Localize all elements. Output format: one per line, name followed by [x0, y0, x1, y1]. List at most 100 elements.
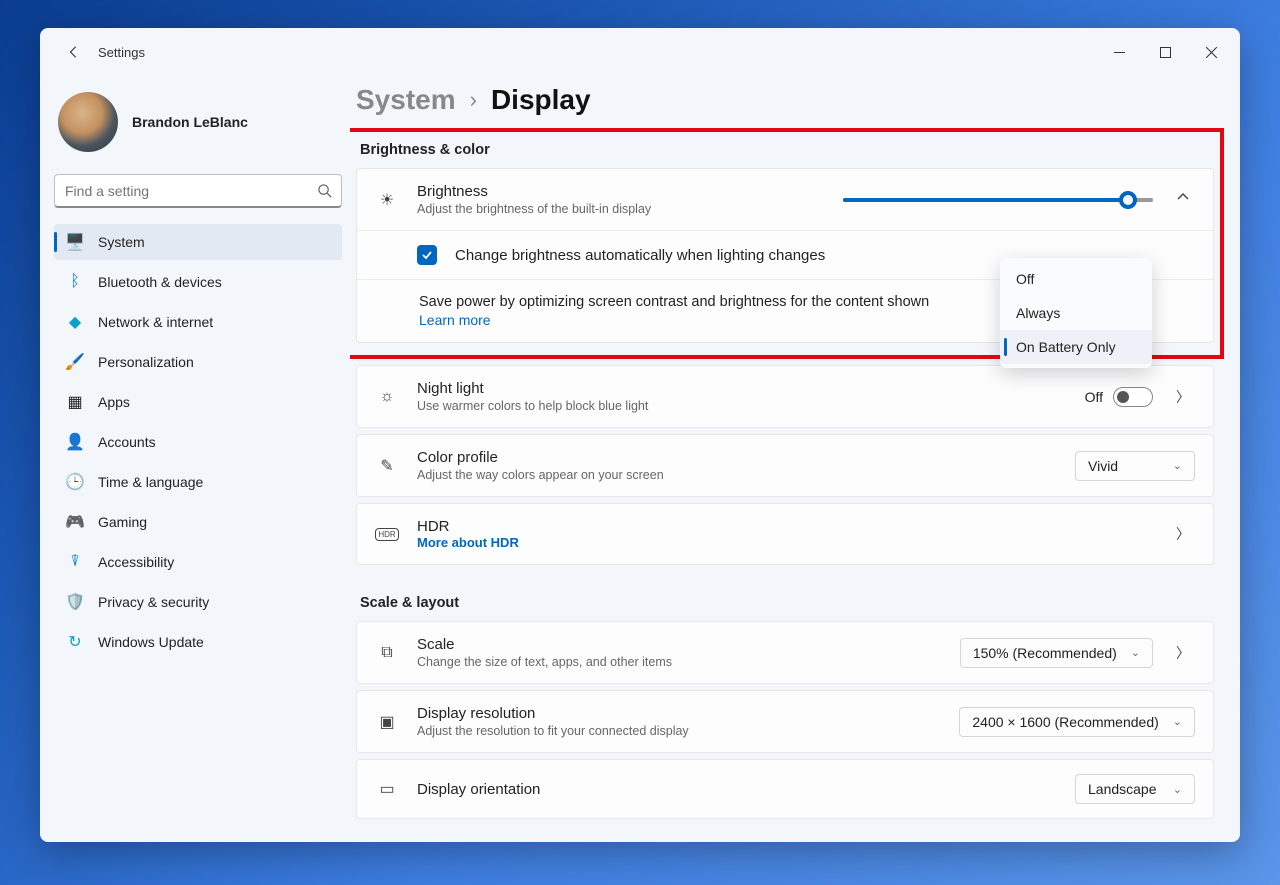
- window-controls: [1096, 36, 1234, 68]
- back-button[interactable]: [54, 32, 94, 72]
- search-icon: [317, 183, 332, 198]
- scale-select[interactable]: 150% (Recommended) ⌄: [960, 638, 1153, 668]
- brightness-icon: ☀: [375, 190, 399, 210]
- gaming-icon: 🎮: [66, 513, 84, 531]
- chevron-down-icon: ⌄: [1173, 715, 1182, 728]
- expand-button[interactable]: [1171, 190, 1195, 209]
- sidebar-item-label: Gaming: [98, 514, 147, 530]
- resolution-card: ▣ Display resolution Adjust the resoluti…: [356, 690, 1214, 753]
- sidebar-item-personalization[interactable]: 🖌️ Personalization: [54, 344, 342, 380]
- system-icon: 🖥️: [66, 233, 84, 251]
- color-profile-value: Vivid: [1088, 458, 1118, 474]
- learn-more-link[interactable]: Learn more: [419, 312, 491, 328]
- night-light-sub: Use warmer colors to help block blue lig…: [417, 399, 1067, 413]
- color-profile-card: ✎ Color profile Adjust the way colors ap…: [356, 434, 1214, 497]
- color-profile-title: Color profile: [417, 449, 1057, 466]
- sidebar-item-label: Personalization: [98, 354, 194, 370]
- sidebar-item-accessibility[interactable]: ⍒ Accessibility: [54, 544, 342, 580]
- sidebar-item-time[interactable]: 🕒 Time & language: [54, 464, 342, 500]
- night-light-card: ☼ Night light Use warmer colors to help …: [356, 365, 1214, 428]
- sidebar-item-system[interactable]: 🖥️ System: [54, 224, 342, 260]
- hdr-card: HDR HDR More about HDR 〉: [356, 503, 1214, 565]
- sidebar-item-network[interactable]: ◆ Network & internet: [54, 304, 342, 340]
- flyout-option-battery[interactable]: On Battery Only: [1000, 330, 1152, 364]
- night-light-toggle[interactable]: [1113, 387, 1153, 407]
- color-profile-icon: ✎: [375, 456, 399, 476]
- update-icon: ↻: [66, 633, 84, 651]
- chevron-down-icon: ⌄: [1131, 646, 1140, 659]
- sidebar-item-label: Bluetooth & devices: [98, 274, 222, 290]
- resolution-row: ▣ Display resolution Adjust the resoluti…: [357, 691, 1213, 752]
- breadcrumb-current: Display: [491, 84, 591, 116]
- orientation-select[interactable]: Landscape ⌄: [1075, 774, 1195, 804]
- close-button[interactable]: [1188, 36, 1234, 68]
- chevron-down-icon: ⌄: [1173, 459, 1182, 472]
- scale-value: 150% (Recommended): [973, 645, 1117, 661]
- resolution-select[interactable]: 2400 × 1600 (Recommended) ⌄: [959, 707, 1195, 737]
- network-icon: ◆: [66, 313, 84, 331]
- sidebar-item-bluetooth[interactable]: ᛒ Bluetooth & devices: [54, 264, 342, 300]
- sidebar-item-gaming[interactable]: 🎮 Gaming: [54, 504, 342, 540]
- scale-icon: ⧉: [375, 644, 399, 662]
- breadcrumb: System › Display: [356, 84, 1214, 116]
- chevron-right-icon[interactable]: 〉: [1171, 643, 1195, 663]
- sidebar-item-label: Windows Update: [98, 634, 204, 650]
- hdr-row[interactable]: HDR HDR More about HDR 〉: [357, 504, 1213, 564]
- brightness-sub: Adjust the brightness of the built-in di…: [417, 202, 825, 216]
- username: Brandon LeBlanc: [132, 114, 248, 130]
- flyout-option-always[interactable]: Always: [1000, 296, 1152, 330]
- resolution-icon: ▣: [375, 712, 399, 732]
- orientation-card: ▭ Display orientation Landscape ⌄: [356, 759, 1214, 819]
- sidebar-item-apps[interactable]: ▦ Apps: [54, 384, 342, 420]
- bluetooth-icon: ᛒ: [66, 273, 84, 291]
- color-profile-select[interactable]: Vivid ⌄: [1075, 451, 1195, 481]
- orientation-row: ▭ Display orientation Landscape ⌄: [357, 760, 1213, 818]
- sidebar-item-privacy[interactable]: 🛡️ Privacy & security: [54, 584, 342, 620]
- resolution-value: 2400 × 1600 (Recommended): [972, 714, 1158, 730]
- night-light-title: Night light: [417, 380, 1067, 397]
- content: System › Display Brightness & color ☀ Br…: [350, 76, 1240, 842]
- scale-card: ⧉ Scale Change the size of text, apps, a…: [356, 621, 1214, 684]
- time-icon: 🕒: [66, 473, 84, 491]
- auto-brightness-checkbox[interactable]: [417, 245, 437, 265]
- breadcrumb-parent[interactable]: System: [356, 84, 456, 116]
- orientation-icon: ▭: [375, 779, 399, 799]
- hdr-link[interactable]: More about HDR: [417, 535, 1153, 550]
- save-power-text: Save power by optimizing screen contrast…: [419, 294, 929, 310]
- user-profile[interactable]: Brandon LeBlanc: [54, 86, 350, 174]
- chevron-down-icon: ⌄: [1173, 783, 1182, 796]
- sidebar: Brandon LeBlanc 🖥️ System ᛒ Bluetooth & …: [40, 76, 350, 842]
- sidebar-item-update[interactable]: ↻ Windows Update: [54, 624, 342, 660]
- titlebar: Settings: [40, 28, 1240, 76]
- chevron-right-icon: ›: [470, 87, 477, 113]
- sidebar-item-label: System: [98, 234, 145, 250]
- minimize-button[interactable]: [1096, 36, 1142, 68]
- search-input[interactable]: [54, 174, 342, 208]
- sidebar-item-label: Privacy & security: [98, 594, 209, 610]
- night-light-row[interactable]: ☼ Night light Use warmer colors to help …: [357, 366, 1213, 427]
- maximize-button[interactable]: [1142, 36, 1188, 68]
- night-light-state: Off: [1085, 389, 1103, 405]
- apps-icon: ▦: [66, 393, 84, 411]
- accessibility-icon: ⍒: [66, 553, 84, 571]
- settings-window: Settings Brandon LeBlanc 🖥️ System: [40, 28, 1240, 842]
- orientation-value: Landscape: [1088, 781, 1157, 797]
- flyout-option-off[interactable]: Off: [1000, 262, 1152, 296]
- color-profile-row: ✎ Color profile Adjust the way colors ap…: [357, 435, 1213, 496]
- resolution-sub: Adjust the resolution to fit your connec…: [417, 724, 941, 738]
- section-title-scale: Scale & layout: [360, 595, 1214, 611]
- brightness-slider[interactable]: [843, 198, 1153, 202]
- resolution-title: Display resolution: [417, 705, 941, 722]
- brightness-option-flyout: Off Always On Battery Only: [1000, 258, 1152, 368]
- color-profile-sub: Adjust the way colors appear on your scr…: [417, 468, 1057, 482]
- night-light-icon: ☼: [375, 388, 399, 406]
- sidebar-item-accounts[interactable]: 👤 Accounts: [54, 424, 342, 460]
- section-title-brightness: Brightness & color: [360, 142, 1214, 158]
- brightness-row: ☀ Brightness Adjust the brightness of th…: [357, 169, 1213, 230]
- sidebar-item-label: Accounts: [98, 434, 156, 450]
- sidebar-item-label: Accessibility: [98, 554, 174, 570]
- hdr-icon: HDR: [375, 528, 399, 541]
- sidebar-item-label: Apps: [98, 394, 130, 410]
- chevron-right-icon[interactable]: 〉: [1171, 387, 1195, 407]
- chevron-right-icon[interactable]: 〉: [1171, 524, 1195, 544]
